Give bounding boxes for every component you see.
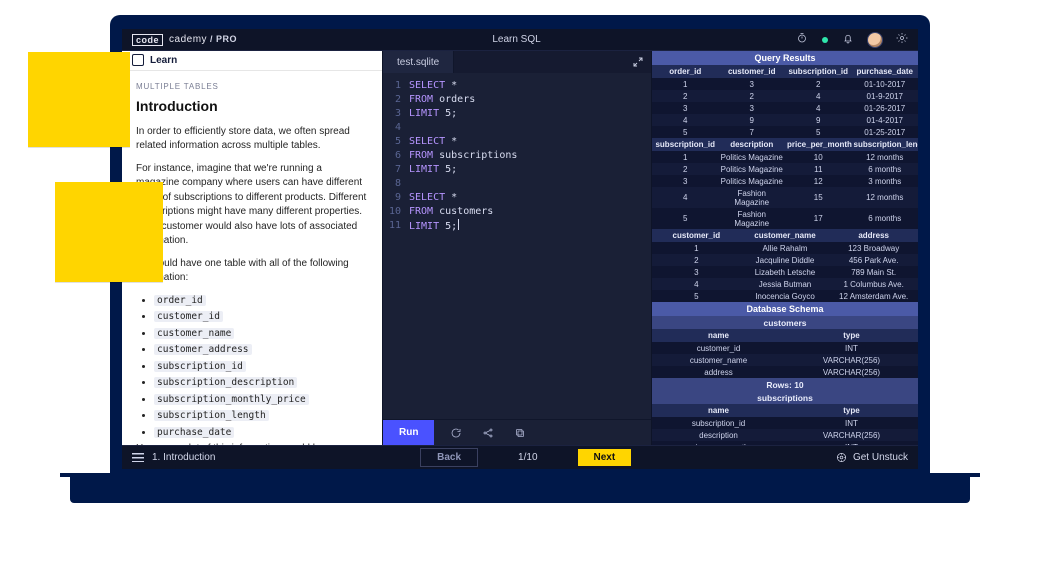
table-row: subscription_idINT [652, 417, 918, 429]
schema-row-count: Rows: 10 [652, 378, 918, 391]
table-row: 3Lizabeth Letsche789 Main St. [652, 266, 918, 278]
brand-rest: cademy/ PRO [169, 34, 237, 45]
col-header: description [719, 138, 786, 151]
col-header: name [652, 404, 785, 417]
col-header: order_id [652, 65, 719, 78]
lesson-field-item: subscription_length [154, 409, 368, 424]
col-header: subscription_id [652, 138, 719, 151]
topbar-icons [796, 32, 908, 47]
col-header: subscription_id [785, 65, 852, 78]
table-row: 13201-10-2017 [652, 78, 918, 90]
lesson-heading: Introduction [136, 96, 368, 116]
tab-learn[interactable]: Learn [122, 51, 382, 71]
lesson-field-item: subscription_monthly_price [154, 393, 368, 408]
lesson-field-item: subscription_id [154, 360, 368, 375]
editor-pane: test.sqlite 1SELECT *2FROM orders3LIMIT … [382, 51, 652, 445]
lesson-field-item: customer_id [154, 310, 368, 325]
lesson-para: We could have one table with all of the … [136, 257, 368, 286]
app-screen: code cademy/ PRO Learn SQL Learn [122, 29, 918, 469]
copy-icon[interactable] [510, 427, 530, 439]
lesson-para: In order to efficiently store data, we o… [136, 125, 368, 154]
col-header: type [785, 329, 918, 342]
run-button[interactable]: Run [383, 420, 434, 445]
lesson-field-item: subscription_description [154, 376, 368, 391]
lesson-kicker: MULTIPLE TABLES [136, 81, 368, 93]
query-results-header: Query Results [652, 51, 918, 65]
lesson-field-item: customer_name [154, 327, 368, 342]
footer: 1. Introduction Back 1/10 Next Get Unstu… [122, 445, 918, 469]
result-table: order_idcustomer_idsubscription_idpurcha… [652, 65, 918, 138]
table-row: 33401-26-2017 [652, 102, 918, 114]
back-button[interactable]: Back [420, 448, 478, 467]
col-header: price_per_month [785, 138, 852, 151]
editor-tab[interactable]: test.sqlite [383, 51, 454, 73]
col-header: subscription_length [852, 138, 919, 151]
brand: code cademy/ PRO [132, 34, 237, 46]
laptop-base [70, 475, 970, 503]
col-header: type [785, 404, 918, 417]
table-row: customer_idINT [652, 342, 918, 354]
col-header: customer_name [741, 229, 830, 242]
results-pane[interactable]: Query Resultsorder_idcustomer_idsubscrip… [652, 51, 918, 445]
editor-tabs: test.sqlite [383, 51, 651, 73]
avatar[interactable] [868, 33, 882, 47]
table-row: 3Politics Magazine123 months [652, 175, 918, 187]
workarea: Learn MULTIPLE TABLES Introduction In or… [122, 51, 918, 445]
lesson-field-item: customer_address [154, 343, 368, 358]
table-row: 5Fashion Magazine176 months [652, 208, 918, 229]
table-row: addressVARCHAR(256) [652, 366, 918, 378]
bell-icon[interactable] [842, 32, 854, 47]
table-row: 1Allie Rahalm123 Broadway [652, 242, 918, 254]
col-header: customer_id [652, 229, 741, 242]
table-row: 4Fashion Magazine1512 months [652, 187, 918, 208]
col-header: customer_id [719, 65, 786, 78]
sticky-note [55, 182, 163, 282]
table-row: 49901-4-2017 [652, 114, 918, 126]
menu-icon[interactable] [132, 453, 144, 462]
status-dot-icon [822, 37, 828, 43]
breadcrumb[interactable]: 1. Introduction [132, 452, 215, 463]
brand-box: code [132, 34, 163, 46]
lesson-field-item: order_id [154, 294, 368, 309]
sticky-note [28, 52, 130, 147]
refresh-icon[interactable] [446, 427, 466, 439]
table-row: descriptionVARCHAR(256) [652, 429, 918, 441]
col-header: name [652, 329, 785, 342]
next-button[interactable]: Next [578, 449, 632, 466]
lesson-para: For instance, imagine that we're running… [136, 162, 368, 249]
editor-toolbar: Run [383, 419, 651, 445]
expand-icon[interactable] [625, 51, 651, 73]
col-header: address [829, 229, 918, 242]
table-row: 4Jessia Butman1 Columbus Ave. [652, 278, 918, 290]
schema-table-name: subscriptions [652, 391, 918, 404]
lesson-field-list: order_idcustomer_id customer_namecustomer… [136, 294, 368, 441]
laptop-bezel: code cademy/ PRO Learn SQL Learn [110, 15, 930, 475]
table-row: 57501-25-2017 [652, 126, 918, 138]
topbar: code cademy/ PRO Learn SQL [122, 29, 918, 51]
result-table: nametypecustomer_idINTcustomer_nameVARCH… [652, 329, 918, 378]
result-table: customer_idcustomer_nameaddress1Allie Ra… [652, 229, 918, 302]
table-row: 2Politics Magazine116 months [652, 163, 918, 175]
get-unstuck-button[interactable]: Get Unstuck [836, 452, 908, 463]
progress-indicator: 1/10 [518, 452, 537, 463]
table-row: 1Politics Magazine1012 months [652, 151, 918, 163]
schema-table-name: customers [652, 316, 918, 329]
code-area[interactable]: 1SELECT *2FROM orders3LIMIT 5;45SELECT *… [383, 73, 651, 419]
schema-header: Database Schema [652, 302, 918, 316]
lesson-field-item: purchase_date [154, 426, 368, 441]
result-table: nametypesubscription_idINTdescriptionVAR… [652, 404, 918, 445]
table-row: customer_nameVARCHAR(256) [652, 354, 918, 366]
table-row: 2Jacquline Diddle456 Park Ave. [652, 254, 918, 266]
result-table: subscription_iddescriptionprice_per_mont… [652, 138, 918, 229]
col-header: purchase_date [852, 65, 919, 78]
share-icon[interactable] [478, 427, 498, 439]
gear-icon[interactable] [896, 32, 908, 47]
course-title: Learn SQL [237, 34, 796, 45]
table-row: 5Inocencia Goyco12 Amsterdam Ave. [652, 290, 918, 302]
table-row: 22401-9-2017 [652, 90, 918, 102]
timer-icon[interactable] [796, 32, 808, 47]
